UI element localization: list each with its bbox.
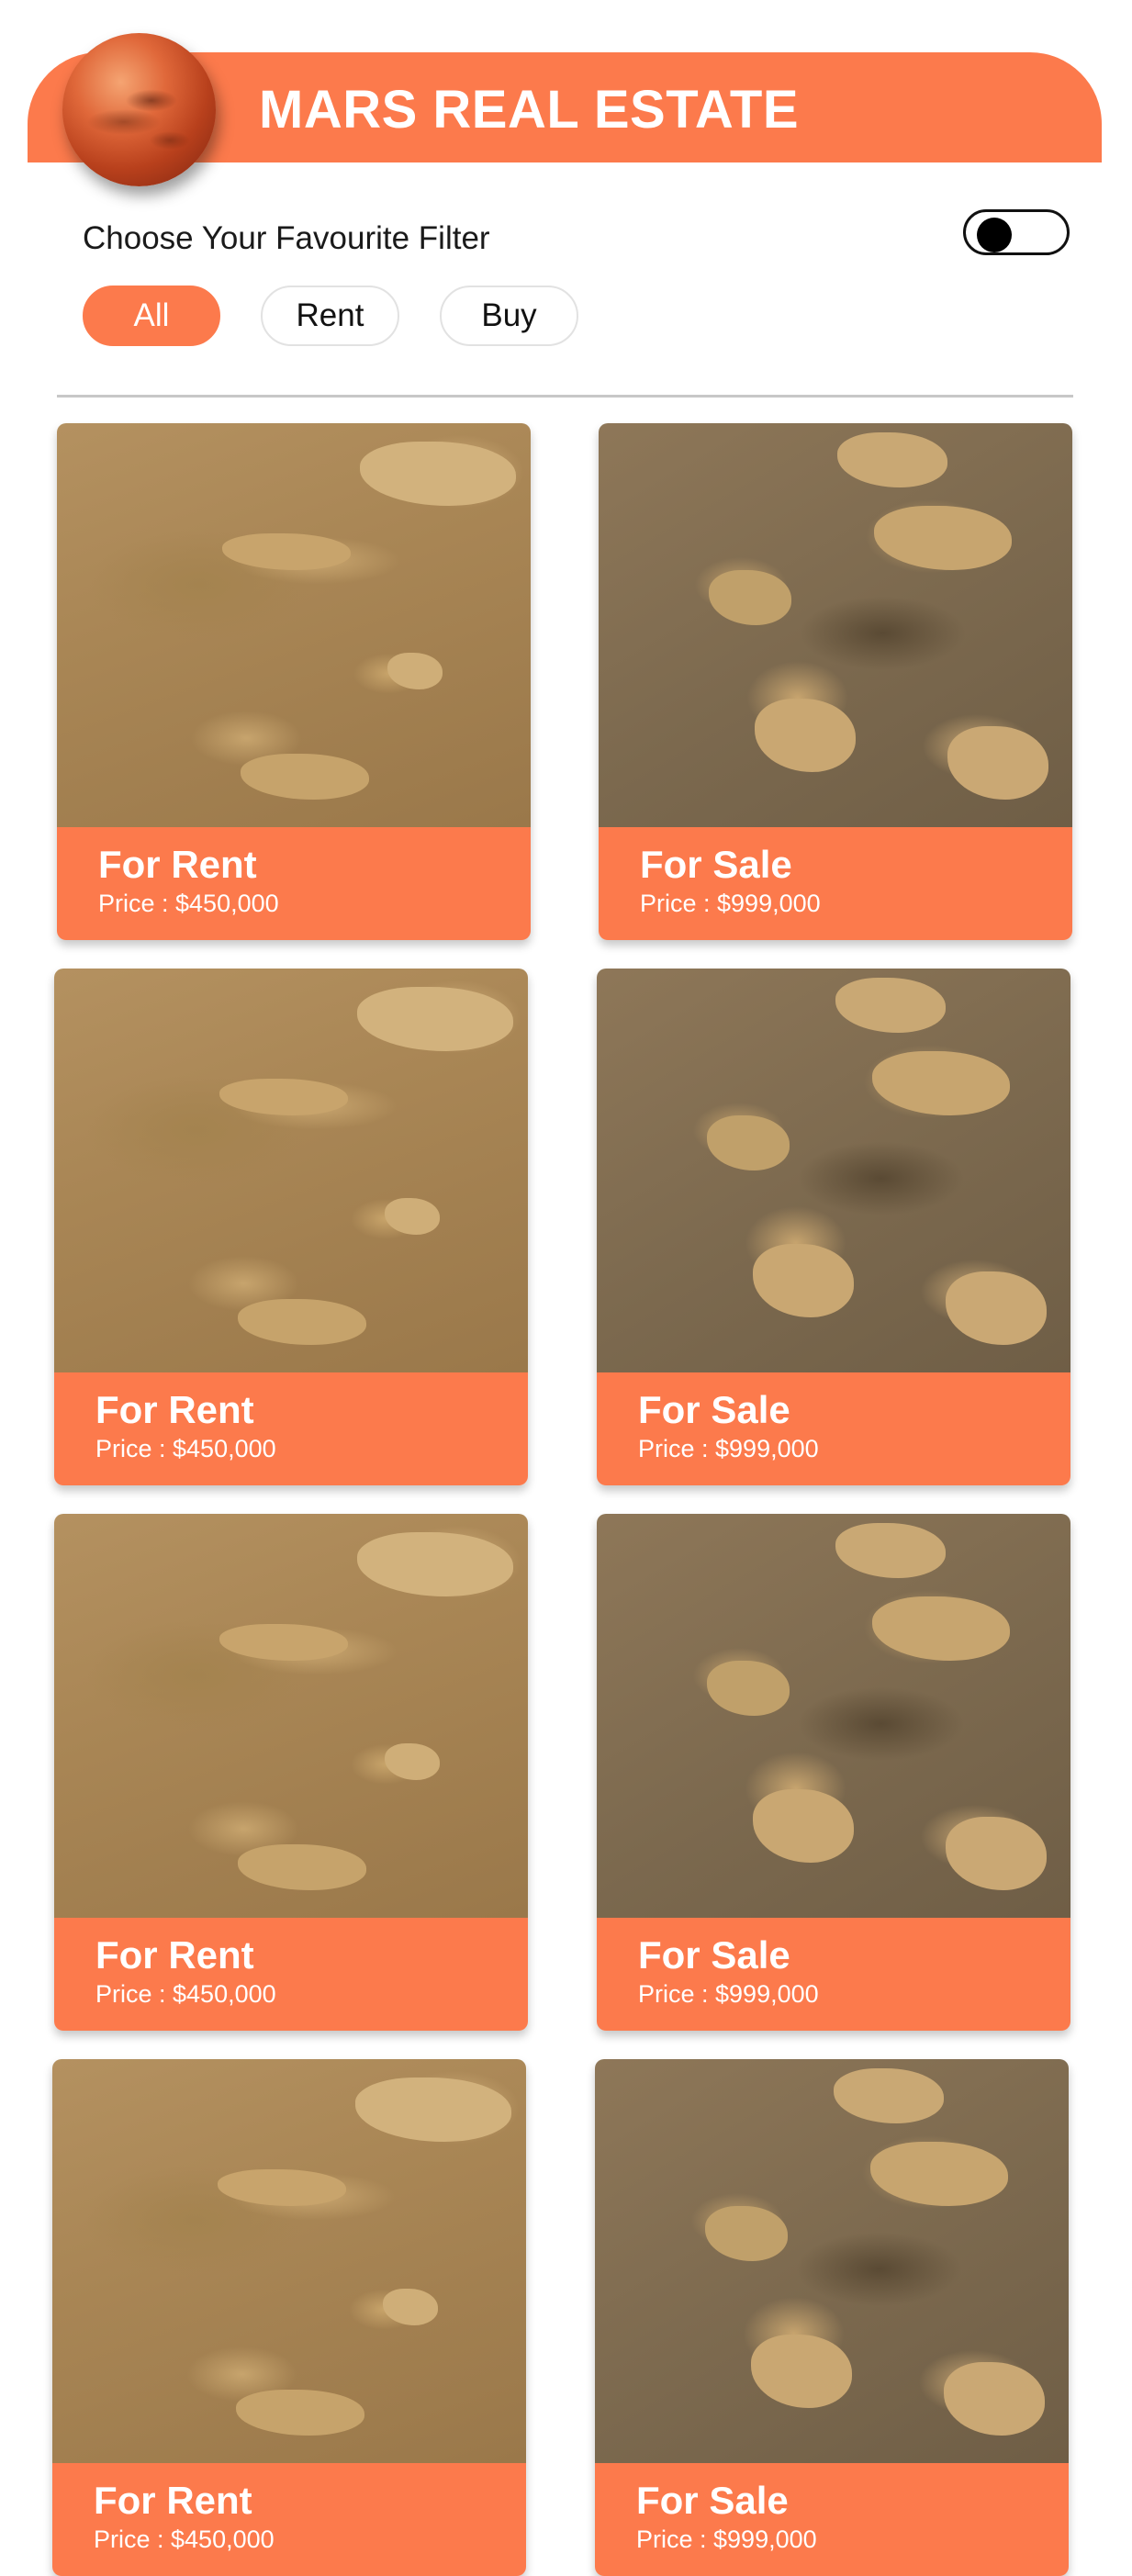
listing-card[interactable]: For Sale Price : $999,000	[597, 969, 1070, 1485]
listing-photo	[57, 423, 531, 827]
listing-price: Price : $999,000	[638, 1435, 819, 1462]
listing-price: Price : $450,000	[95, 1435, 276, 1462]
listing-photo	[52, 2059, 526, 2463]
listing-caption: For Rent Price : $450,000	[54, 1918, 528, 2031]
listing-type: For Sale	[636, 2479, 789, 2522]
listing-photo	[54, 969, 528, 1372]
listing-price: Price : $999,000	[640, 890, 821, 917]
listing-type: For Rent	[94, 2479, 252, 2522]
listing-type: For Rent	[98, 843, 257, 886]
listing-caption: For Rent Price : $450,000	[52, 2463, 526, 2576]
app-title: MARS REAL ESTATE	[259, 80, 800, 140]
listing-card[interactable]: For Rent Price : $450,000	[57, 423, 531, 940]
listing-card[interactable]: For Rent Price : $450,000	[54, 1514, 528, 2031]
filter-chip-rent[interactable]: Rent	[261, 286, 399, 346]
listing-photo	[595, 2059, 1069, 2463]
filter-chip-all[interactable]: All	[83, 286, 220, 346]
filter-label: Choose Your Favourite Filter	[83, 220, 490, 256]
toggle-knob	[977, 218, 1012, 252]
listing-caption: For Rent Price : $450,000	[54, 1372, 528, 1485]
listing-caption: For Sale Price : $999,000	[597, 1372, 1070, 1485]
listing-card[interactable]: For Sale Price : $999,000	[599, 423, 1072, 940]
listing-type: For Rent	[95, 1933, 254, 1977]
listing-photo	[599, 423, 1072, 827]
listing-type: For Rent	[95, 1388, 254, 1431]
listing-photo	[597, 969, 1070, 1372]
listing-type: For Sale	[638, 1388, 790, 1431]
listing-card[interactable]: For Sale Price : $999,000	[595, 2059, 1069, 2576]
divider	[57, 395, 1073, 398]
listing-type: For Sale	[640, 843, 792, 886]
listing-price: Price : $450,000	[94, 2526, 275, 2553]
filter-chip-buy[interactable]: Buy	[440, 286, 578, 346]
listing-type: For Sale	[638, 1933, 790, 1977]
filter-toggle[interactable]	[963, 209, 1070, 255]
listing-price: Price : $999,000	[636, 2526, 817, 2553]
listing-price: Price : $450,000	[98, 890, 279, 917]
mars-planet-icon	[62, 33, 216, 186]
listing-price: Price : $999,000	[638, 1980, 819, 2008]
listing-caption: For Sale Price : $999,000	[595, 2463, 1069, 2576]
listing-photo	[54, 1514, 528, 1918]
listing-price: Price : $450,000	[95, 1980, 276, 2008]
listing-caption: For Sale Price : $999,000	[599, 827, 1072, 940]
listing-caption: For Rent Price : $450,000	[57, 827, 531, 940]
listing-caption: For Sale Price : $999,000	[597, 1918, 1070, 2031]
listing-card[interactable]: For Rent Price : $450,000	[54, 969, 528, 1485]
listing-card[interactable]: For Rent Price : $450,000	[52, 2059, 526, 2576]
listing-photo	[597, 1514, 1070, 1918]
listing-card[interactable]: For Sale Price : $999,000	[597, 1514, 1070, 2031]
